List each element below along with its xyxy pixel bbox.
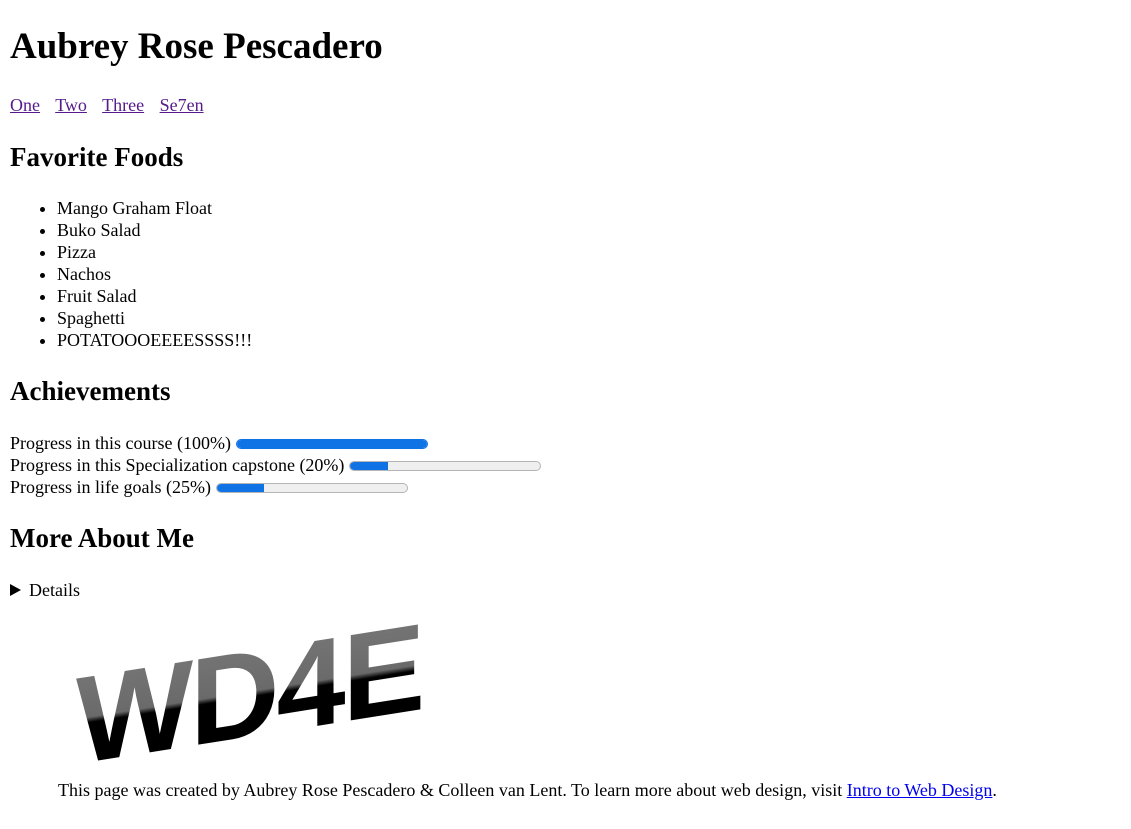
progress-label: Progress in this Specialization capstone… xyxy=(10,455,345,475)
disclosure-triangle-icon xyxy=(10,584,21,596)
progress-fill xyxy=(350,462,389,470)
progress-label: Progress in life goals (25%) xyxy=(10,477,211,497)
nav-link-two[interactable]: Two xyxy=(55,95,87,115)
more-about-me-heading: More About Me xyxy=(10,523,194,553)
progress-row: Progress in this Specialization capstone… xyxy=(10,454,542,476)
footer-text: This page was created by Aubrey Rose Pes… xyxy=(58,780,847,800)
progress-bar xyxy=(349,461,542,471)
wd4e-logo: WD4E xyxy=(76,624,422,774)
progress-label: Progress in this course (100%) xyxy=(10,433,231,453)
nav-link-one[interactable]: One xyxy=(10,95,40,115)
achievements-heading: Achievements xyxy=(10,376,171,406)
logo-text: WD4E xyxy=(76,624,422,774)
progress-fill xyxy=(216,484,265,492)
list-item: Pizza xyxy=(57,241,252,263)
achievements-list: Progress in this course (100%) Progress … xyxy=(10,432,542,498)
favorite-foods-heading: Favorite Foods xyxy=(10,142,184,172)
progress-fill xyxy=(236,440,427,448)
nav-link-se7en[interactable]: Se7en xyxy=(160,95,204,115)
details-summary[interactable]: Details xyxy=(10,579,80,601)
favorite-foods-list: Mango Graham Float Buko Salad Pizza Nach… xyxy=(0,197,252,351)
list-item: Nachos xyxy=(57,263,252,285)
footer-period: . xyxy=(992,780,997,800)
page-title: Aubrey Rose Pescadero xyxy=(10,26,383,67)
list-item: Buko Salad xyxy=(57,219,252,241)
nav-links: One Two Three Se7en xyxy=(10,94,215,116)
intro-web-design-link[interactable]: Intro to Web Design xyxy=(847,780,993,800)
list-item: Fruit Salad xyxy=(57,285,252,307)
list-item: POTATOOOEEEESSSS!!! xyxy=(57,329,252,351)
list-item: Mango Graham Float xyxy=(57,197,252,219)
progress-row: Progress in life goals (25%) xyxy=(10,476,541,498)
list-item: Spaghetti xyxy=(57,307,252,329)
details-label: Details xyxy=(29,580,80,600)
progress-row: Progress in this course (100%) xyxy=(10,432,541,454)
nav-link-three[interactable]: Three xyxy=(102,95,144,115)
footer: This page was created by Aubrey Rose Pes… xyxy=(58,779,997,801)
progress-bar xyxy=(215,483,408,493)
progress-bar xyxy=(235,439,428,449)
